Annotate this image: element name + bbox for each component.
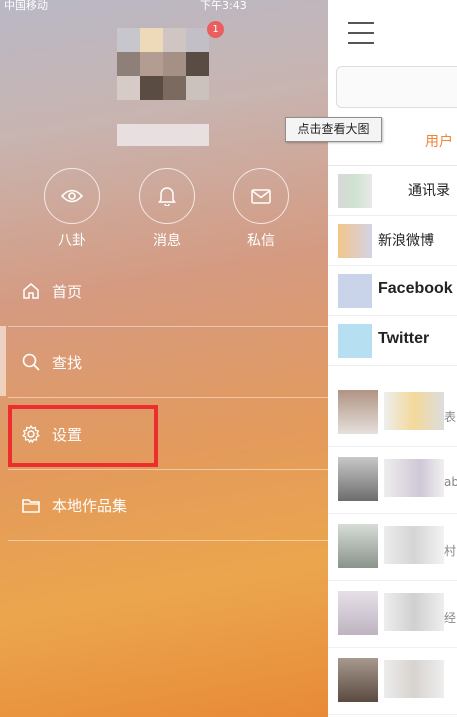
tab-users[interactable]: 用户 (425, 131, 453, 151)
main-panel: 用户 通讯录 新浪微博 Facebook Twitter 表 ab 村 经 (328, 0, 457, 717)
bell-icon (139, 168, 195, 224)
menu-icon[interactable] (348, 22, 374, 52)
feed-text: 村 (444, 544, 457, 558)
username-blurred (117, 124, 209, 146)
quick-action-messages[interactable]: 消息 (139, 168, 195, 250)
contact-source-label: 通讯录 (408, 183, 450, 199)
avatar (338, 524, 378, 568)
menu-item-label: 首页 (52, 282, 83, 301)
quick-action-gossip[interactable]: 八卦 (44, 168, 100, 250)
list-item[interactable] (328, 648, 457, 715)
quick-action-direct-messages[interactable]: 私信 (233, 168, 289, 250)
search-icon (22, 351, 44, 373)
blurred-content (384, 526, 444, 564)
status-bar: 中国移动 下午3:43 (0, 0, 328, 14)
list-item[interactable]: 村 (328, 514, 457, 581)
contact-source-label: Twitter (378, 330, 430, 347)
list-item[interactable]: 经 (328, 581, 457, 648)
facebook-icon (338, 274, 372, 308)
mail-icon (233, 168, 289, 224)
menu-item-local-portfolio[interactable]: 本地作品集 (0, 470, 328, 540)
contact-source-address-book[interactable]: 通讯录 (328, 166, 457, 216)
feed-text: ab (444, 475, 457, 489)
menu-divider (8, 397, 328, 398)
side-drawer: 中国移动 下午3:43 1 八卦 消息 私信 首页 查找 设置 本地作品集 (0, 0, 328, 717)
folder-icon (22, 494, 44, 516)
contact-source-label: Facebook (378, 280, 453, 297)
weibo-icon (338, 224, 372, 258)
eye-icon (44, 168, 100, 224)
view-large-image-tooltip: 点击查看大图 (285, 117, 382, 142)
address-book-icon (338, 174, 372, 208)
contact-source-weibo[interactable]: 新浪微博 (328, 216, 457, 266)
menu-divider (8, 540, 328, 541)
blurred-content (384, 392, 444, 430)
contact-source-label: 新浪微博 (378, 233, 434, 249)
list-item[interactable]: 表 (328, 380, 457, 447)
contact-source-facebook[interactable]: Facebook (328, 266, 457, 316)
quick-action-label: 消息 (153, 233, 181, 249)
carrier-text: 中国移动 (4, 0, 48, 12)
avatar (338, 591, 378, 635)
blurred-content (384, 660, 444, 698)
avatar (338, 457, 378, 501)
settings-highlight-box (8, 405, 158, 467)
menu-item-home[interactable]: 首页 (0, 256, 328, 326)
search-input[interactable] (336, 66, 457, 108)
menu-item-label: 本地作品集 (52, 496, 128, 515)
clock-text: 下午3:43 (200, 0, 247, 12)
quick-action-label: 八卦 (58, 233, 86, 249)
avatar (338, 390, 378, 434)
feed-text: 经 (444, 611, 457, 625)
notification-badge: 1 (207, 21, 224, 38)
twitter-icon (338, 324, 372, 358)
blurred-content (384, 593, 444, 631)
blurred-content (384, 459, 444, 497)
user-feed: 表 ab 村 经 (328, 380, 457, 715)
contact-source-twitter[interactable]: Twitter (328, 316, 457, 366)
avatar (338, 658, 378, 702)
list-item[interactable]: ab (328, 447, 457, 514)
home-icon (22, 280, 44, 302)
menu-item-search[interactable]: 查找 (0, 327, 328, 397)
quick-action-label: 私信 (247, 233, 275, 249)
feed-text: 表 (444, 410, 457, 424)
menu-item-label: 查找 (52, 353, 83, 372)
avatar[interactable] (117, 28, 209, 100)
